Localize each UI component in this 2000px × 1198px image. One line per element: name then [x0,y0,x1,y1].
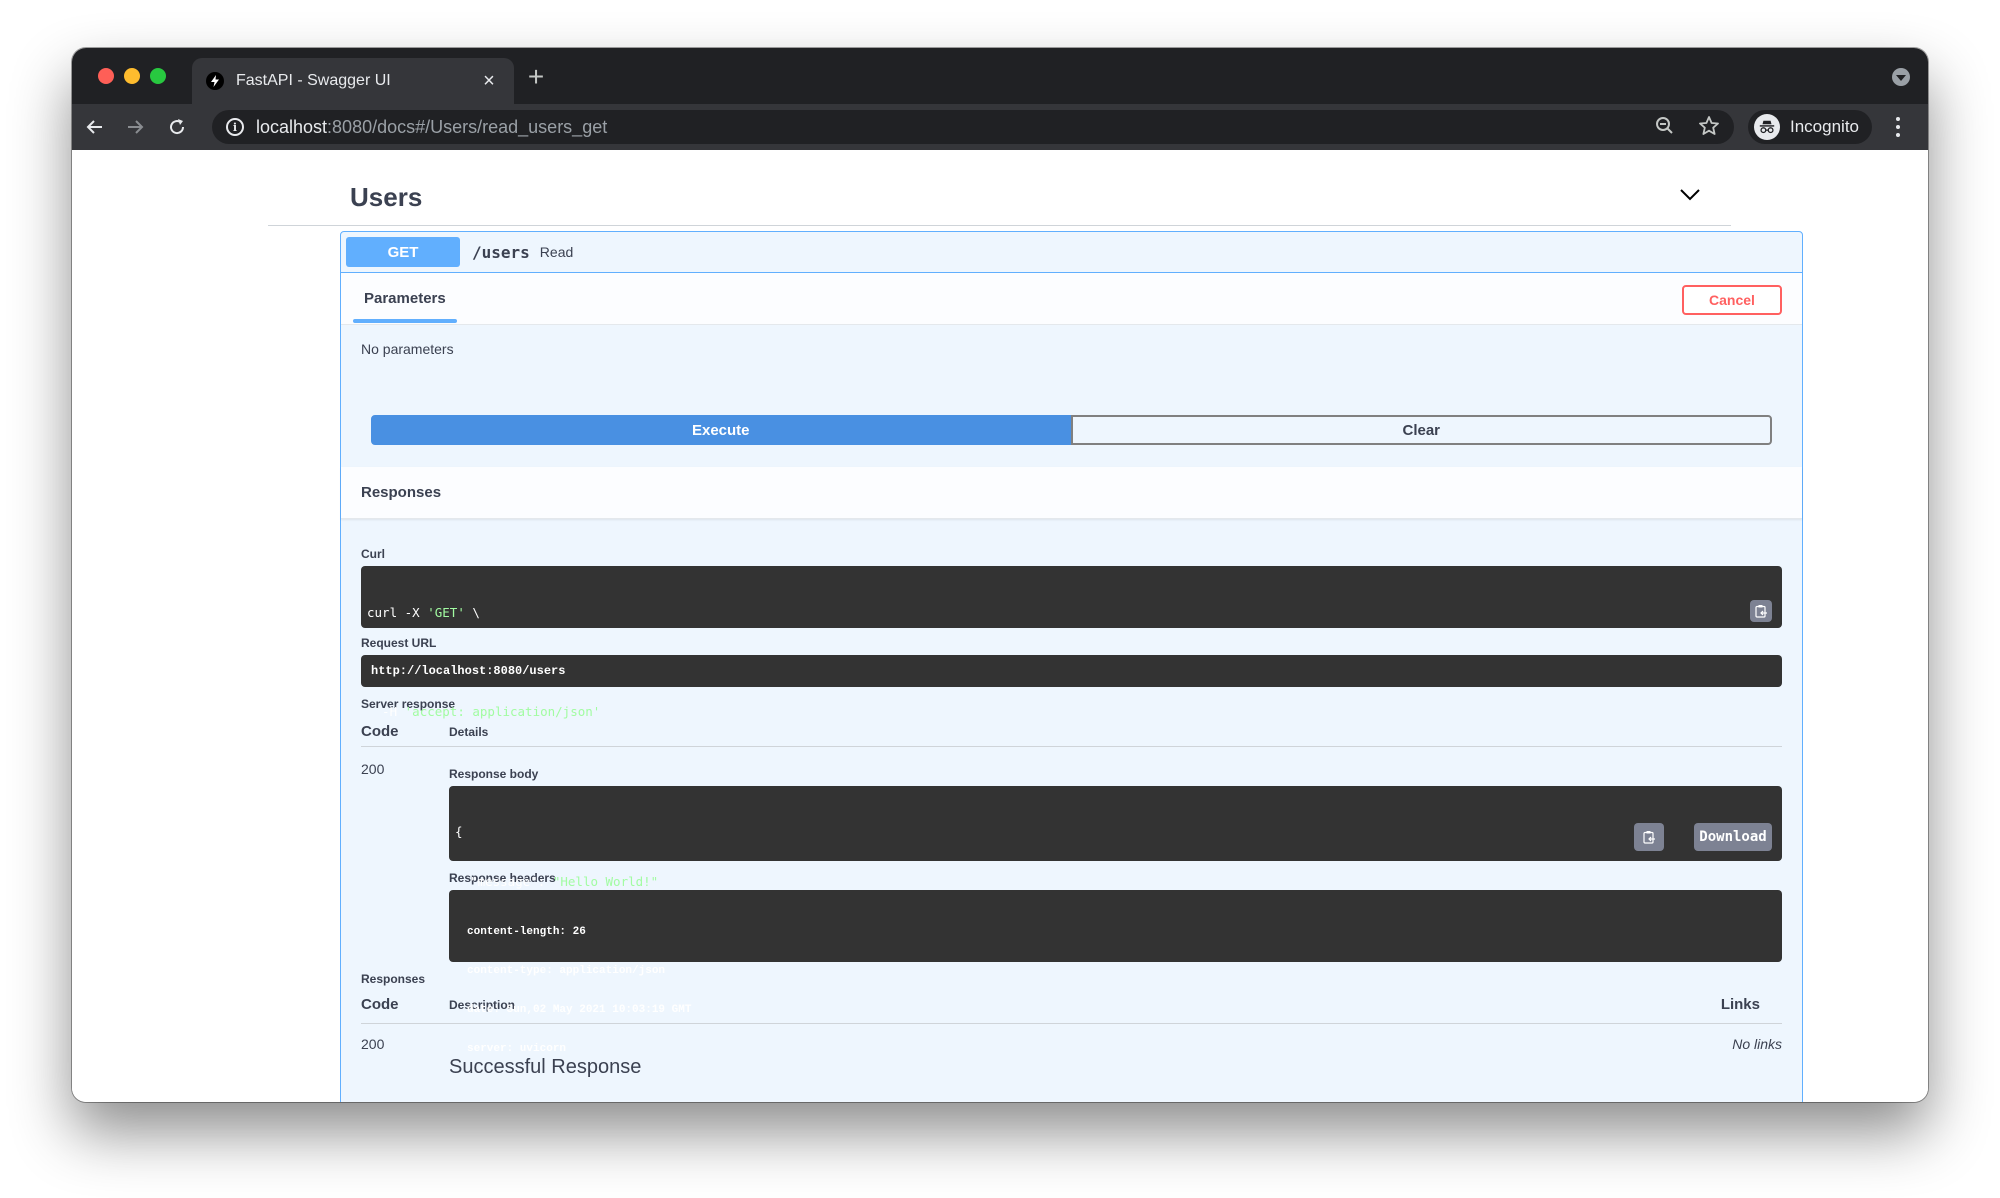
parameters-body: No parameters [341,325,1802,415]
curl-line: curl -X 'GET' \ [367,605,480,620]
browser-tab-active[interactable]: FastAPI - Swagger UI × [192,58,514,104]
response-header-line: content-type: application/json [467,965,666,977]
operation-summary-text: Read [539,244,574,260]
responses-header: Responses [341,467,1802,519]
request-url-value: http://localhost:8080/users [371,664,566,678]
tab-strip: FastAPI - Swagger UI × + [72,48,1928,104]
site-info-icon[interactable]: i [226,118,244,136]
tab-title: FastAPI - Swagger UI [236,72,391,89]
operation-block-get-users: GET /users Read Parameters Cancel No par… [340,231,1803,1102]
operation-path: /users [472,242,530,262]
response-links: No links [1732,1036,1782,1052]
response-description: Successful Response [449,1056,642,1078]
arrow-left-icon [86,120,102,134]
request-url-block: http://localhost:8080/users [361,655,1782,687]
download-button[interactable]: Download [1694,823,1772,851]
execute-button[interactable]: Execute [371,415,1071,445]
copy-response-button[interactable] [1634,823,1664,851]
tab-parameters[interactable]: Parameters [353,273,457,325]
browser-toolbar: i localhost:8080/docs#/Users/read_users_… [72,104,1928,150]
tab-close-icon[interactable]: × [478,70,500,93]
incognito-icon [1754,114,1780,140]
arrow-right-icon [128,120,144,134]
response-headers-block: content-length: 26 content-type: applica… [449,890,1782,1055]
no-parameters-text: No parameters [361,341,454,357]
copy-curl-button[interactable] [1750,600,1772,622]
url-path: :8080/docs#/Users/read_users_get [327,116,608,137]
browser-window: FastAPI - Swagger UI × + i localhost:808… [72,48,1928,1102]
response-body-block[interactable]: { "message": "Hello World!" } Download [449,786,1782,938]
close-window-button[interactable] [98,68,114,84]
incognito-profile-button[interactable]: Incognito [1748,110,1872,144]
curl-command-block[interactable]: curl -X 'GET' \ 'http://localhost:8080/u… [361,566,1782,719]
parameters-header: Parameters Cancel [341,273,1802,325]
new-tab-button[interactable]: + [518,60,554,96]
clipboard-icon [1643,831,1655,844]
swagger-page: Users GET /users Read Parameters Cancel … [72,150,1928,1102]
responses-body: Curl curl -X 'GET' \ 'http://localhost:8… [361,519,1782,1079]
responses-title: Responses [361,484,442,501]
minimize-window-button[interactable] [124,68,140,84]
operation-summary[interactable]: GET /users Read [341,232,1802,273]
tag-section-users: Users [268,150,1731,226]
reload-icon [170,119,185,135]
response-code: 200 [361,1036,385,1052]
response-code: 200 [361,761,385,777]
maximize-window-button[interactable] [150,68,166,84]
response-row: 200 Successful Response No links [361,1024,1782,1079]
cancel-button[interactable]: Cancel [1682,285,1782,315]
clipboard-icon [1755,605,1767,618]
forward-button[interactable] [120,112,150,142]
method-badge: GET [346,237,460,267]
clear-button[interactable]: Clear [1070,415,1772,445]
response-header-line: content-length: 26 [467,926,586,938]
browser-menu-icon[interactable] [1888,114,1908,140]
incognito-label: Incognito [1790,117,1859,136]
tag-header[interactable]: Users [268,150,1731,226]
code-column-header: Code [361,996,399,1013]
fastapi-favicon-icon [206,72,224,90]
execute-wrapper: Execute Clear [371,415,1772,445]
server-response-row: 200 Response body { "message": "Hello Wo… [361,747,1782,1055]
back-button[interactable] [80,112,110,142]
curl-line: -H 'accept: application/json' [367,704,601,719]
bookmark-star-icon[interactable] [1698,115,1720,137]
url-host: localhost [256,116,328,137]
address-bar[interactable]: i localhost:8080/docs#/Users/read_users_… [212,110,1734,144]
zoom-out-icon[interactable] [1654,115,1676,137]
tag-title: Users [350,182,423,212]
tab-search-icon[interactable] [1892,68,1910,86]
reload-button[interactable] [162,112,192,142]
chevron-down-icon[interactable] [1679,188,1701,202]
curl-label: Curl [361,547,385,561]
response-details: Response body { "message": "Hello World!… [449,761,1782,1055]
response-header-line: date: Sun,02 May 2021 10:03:19 GMT [467,1004,692,1016]
